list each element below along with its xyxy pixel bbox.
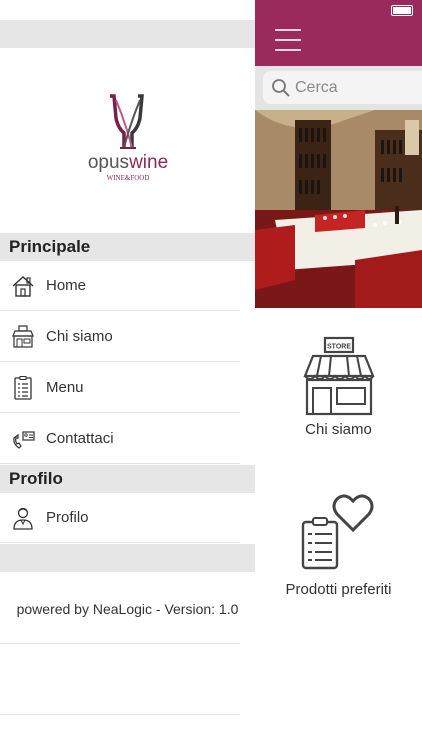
main-content: STORE Chi siamo Prodotti preferiti	[255, 0, 422, 750]
svg-text:STORE: STORE	[327, 344, 351, 351]
contact-icon	[9, 425, 37, 453]
store-icon	[9, 323, 37, 351]
section-header-principale: Principale	[0, 233, 255, 261]
drawer-divider-bar	[0, 544, 255, 572]
drawer-item-profilo[interactable]: Profilo	[0, 493, 240, 543]
hamburger-menu-icon[interactable]	[275, 29, 301, 57]
nav-bar	[255, 0, 422, 66]
search-icon	[272, 78, 290, 97]
tile-prodotti-preferiti[interactable]: Prodotti preferiti	[255, 488, 422, 598]
drawer-top-bar	[0, 20, 255, 48]
tile-label: Chi siamo	[305, 421, 372, 438]
search-field[interactable]	[263, 71, 422, 104]
search-input[interactable]	[295, 78, 405, 97]
footer-separator	[0, 643, 240, 644]
drawer-item-chi-siamo[interactable]: Chi siamo	[0, 312, 240, 362]
battery-icon	[391, 5, 413, 16]
svg-text:WINE&FOOD: WINE&FOOD	[106, 174, 149, 182]
tile-label: Prodotti preferiti	[285, 581, 392, 598]
section-header-profilo: Profilo	[0, 465, 255, 493]
favorites-icon	[301, 494, 373, 570]
search-bar	[255, 66, 422, 110]
powered-by-text: powered by NeaLogic - Version: 1.0	[16, 601, 239, 617]
drawer-item-contattaci[interactable]: Contattaci	[0, 414, 240, 464]
tile-chi-siamo[interactable]: STORE Chi siamo	[255, 336, 422, 438]
brand-logo: opuswine WINE&FOOD	[0, 88, 255, 198]
drawer-item-label: Chi siamo	[46, 328, 113, 345]
drawer-item-label: Home	[46, 277, 87, 294]
drawer-item-home[interactable]: Home	[0, 261, 240, 311]
drawer-item-label: Menu	[46, 379, 84, 396]
side-drawer: opuswine WINE&FOOD Principale Home Chi s…	[0, 0, 255, 750]
restaurant-photo	[255, 110, 422, 308]
wine-glasses-icon: opuswine WINE&FOOD	[87, 94, 168, 182]
drawer-item-menu[interactable]: Menu	[0, 363, 240, 413]
drawer-item-label: Contattaci	[46, 430, 114, 447]
svg-text:opuswine: opuswine	[87, 152, 167, 173]
user-icon	[9, 504, 37, 532]
home-icon	[9, 272, 37, 300]
footer-separator	[0, 714, 240, 715]
menu-list-icon	[9, 374, 37, 402]
drawer-item-label: Profilo	[46, 509, 89, 526]
store-icon: STORE	[302, 336, 375, 416]
